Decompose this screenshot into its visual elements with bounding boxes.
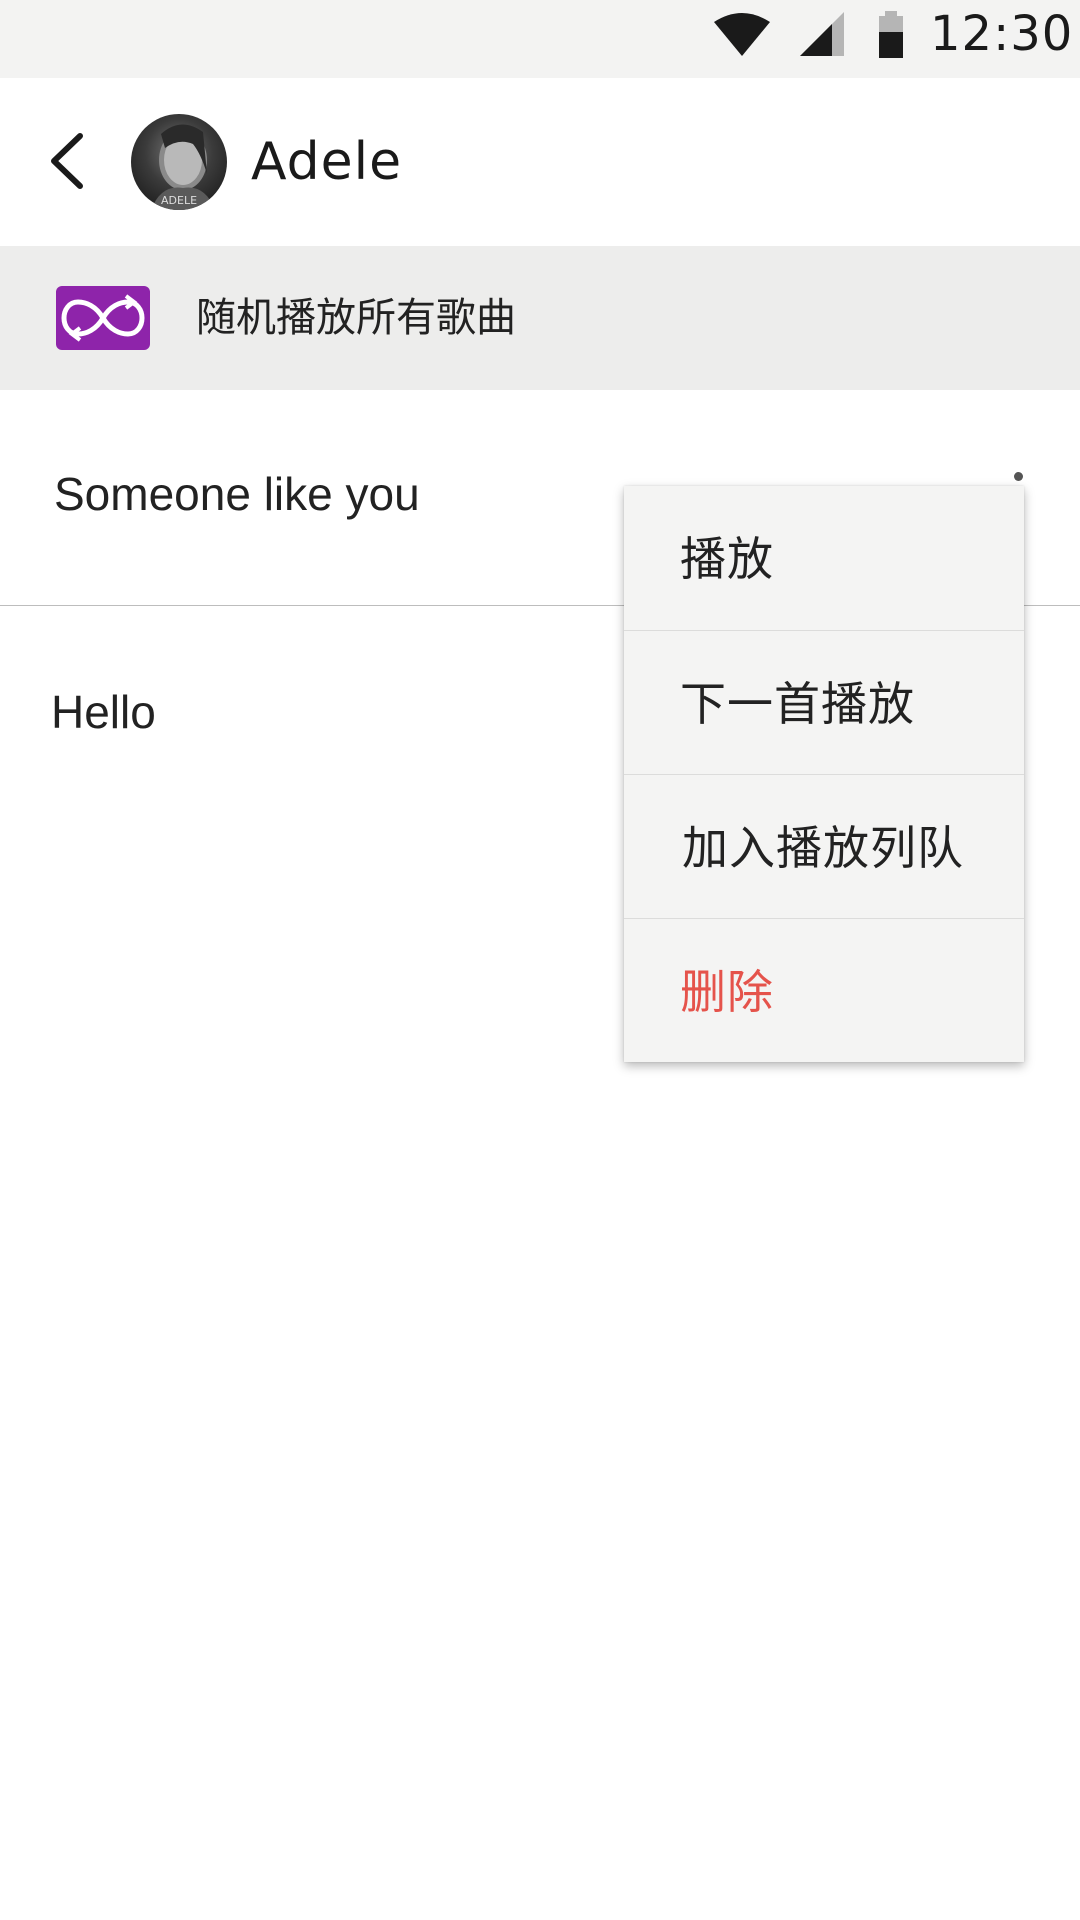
svg-text:ADELE: ADELE (161, 194, 197, 207)
artist-header: ADELE Adele (0, 78, 1080, 246)
menu-item-play[interactable]: 播放 (624, 486, 1024, 630)
song-context-menu: 播放 下一首播放 加入播放列队 删除 (624, 486, 1024, 1062)
back-arrow-icon (51, 133, 83, 189)
menu-item-label: 加入播放列队 (682, 821, 964, 875)
shuffle-all-label: 随机播放所有歌曲 (196, 295, 516, 341)
song-title: Hello (51, 686, 156, 738)
menu-item-label: 下一首播放 (680, 677, 915, 731)
artist-name: Adele (251, 132, 403, 192)
back-button[interactable] (40, 128, 96, 194)
more-options-icon[interactable] (1014, 472, 1023, 481)
menu-item-add-to-queue[interactable]: 加入播放列队 (624, 774, 1024, 919)
menu-item-label: 播放 (680, 532, 774, 586)
wifi-icon (712, 10, 772, 62)
song-title: Someone like you (54, 468, 420, 520)
battery-icon (876, 10, 906, 64)
status-bar: 12:30 (0, 0, 1080, 78)
artist-avatar: ADELE (131, 114, 227, 210)
menu-item-label: 删除 (680, 965, 774, 1019)
signal-icon (798, 10, 846, 62)
status-time: 12:30 (930, 6, 1074, 62)
menu-item-play-next[interactable]: 下一首播放 (624, 630, 1024, 775)
shuffle-infinity-icon (56, 286, 150, 350)
shuffle-all-button[interactable]: 随机播放所有歌曲 (0, 246, 1080, 390)
menu-item-delete[interactable]: 删除 (624, 918, 1024, 1063)
